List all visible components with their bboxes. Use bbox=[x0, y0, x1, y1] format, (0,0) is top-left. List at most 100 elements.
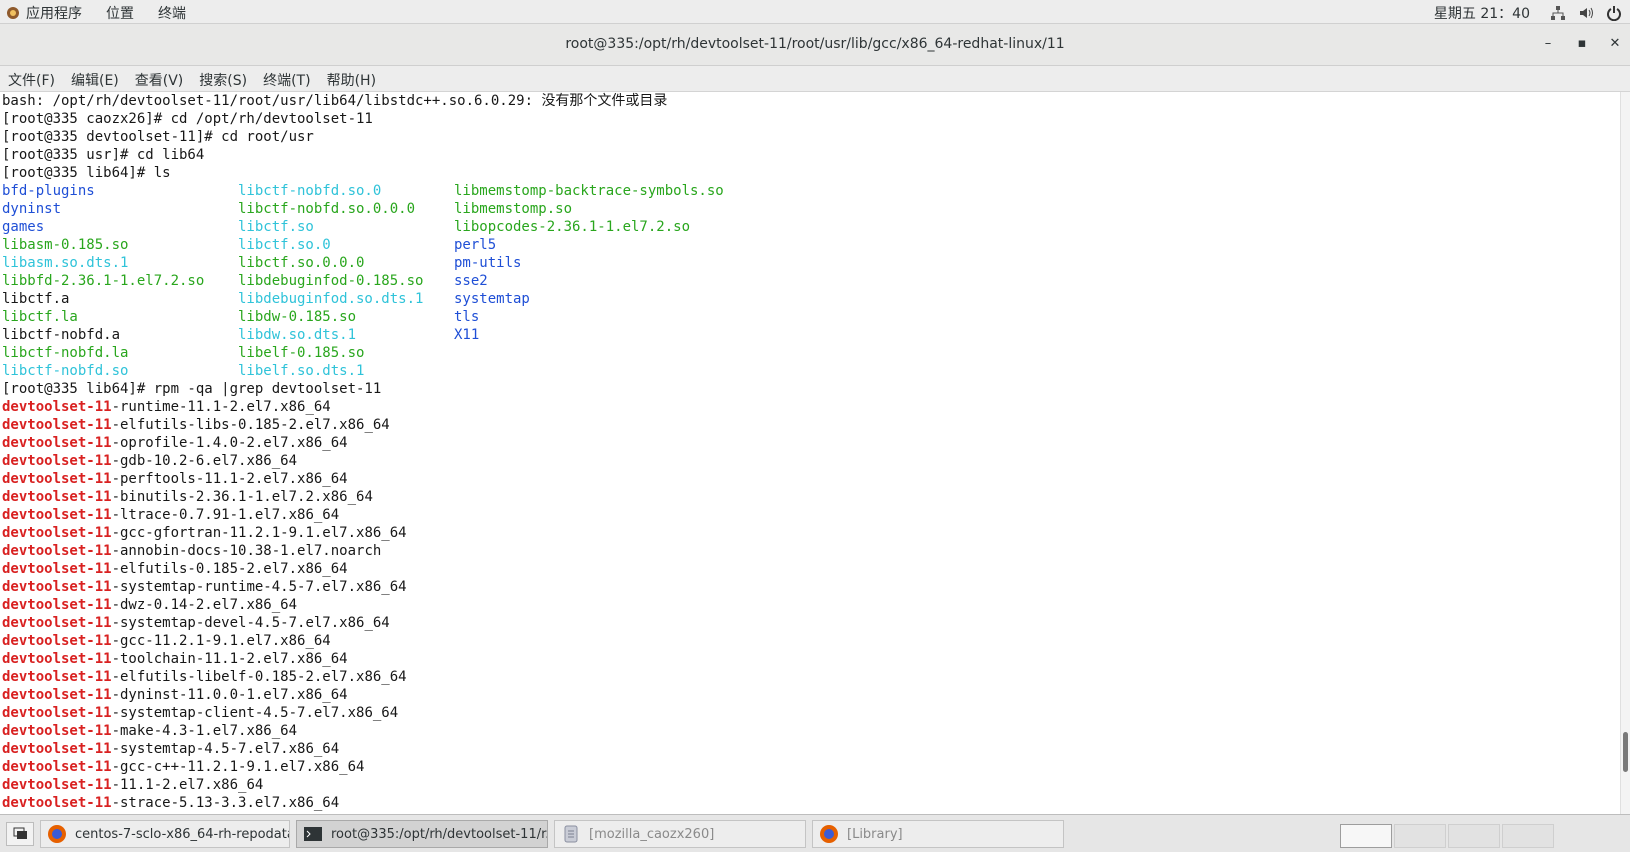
ls-entry: libctf-nobfd.so.0.0.0 bbox=[238, 201, 416, 217]
show-desktop-button[interactable] bbox=[6, 822, 34, 846]
scrollbar-thumb[interactable] bbox=[1623, 732, 1628, 772]
package-line: devtoolset-11-systemtap-devel-4.5-7.el7.… bbox=[0, 614, 1620, 632]
terminal-app-menu[interactable]: 终端 bbox=[158, 3, 186, 23]
terminal-menubar: 文件(F) 编辑(E) 查看(V) 搜索(S) 终端(T) 帮助(H) bbox=[0, 66, 1630, 92]
package-suffix: -gdb-10.2-6.el7.x86_64 bbox=[111, 453, 298, 469]
workspace-2[interactable] bbox=[1394, 824, 1446, 848]
task-label: [Library] bbox=[847, 826, 903, 842]
package-line: devtoolset-11-elfutils-libs-0.185-2.el7.… bbox=[0, 416, 1620, 434]
window-list-taskbar: centos-7-sclo-x86_64-rh-repodata... root… bbox=[0, 814, 1630, 852]
ls-entry: libctf-nobfd.a bbox=[2, 327, 121, 343]
menu-search[interactable]: 搜索(S) bbox=[199, 70, 247, 90]
ls-entry: libctf.a bbox=[2, 291, 70, 307]
ls-entry: libctf.la bbox=[2, 309, 78, 325]
package-suffix: -systemtap-devel-4.5-7.el7.x86_64 bbox=[111, 615, 390, 631]
grep-match: devtoolset-11 bbox=[2, 777, 112, 793]
grep-match: devtoolset-11 bbox=[2, 705, 112, 721]
minimize-button[interactable]: – bbox=[1538, 34, 1558, 54]
ls-entry: bfd-plugins bbox=[2, 183, 95, 199]
package-suffix: -annobin-docs-10.38-1.el7.noarch bbox=[111, 543, 382, 559]
grep-match: devtoolset-11 bbox=[2, 471, 112, 487]
package-line: devtoolset-11-systemtap-runtime-4.5-7.el… bbox=[0, 578, 1620, 596]
package-suffix: -systemtap-runtime-4.5-7.el7.x86_64 bbox=[111, 579, 407, 595]
package-line: devtoolset-11-binutils-2.36.1-1.el7.2.x8… bbox=[0, 488, 1620, 506]
package-line: devtoolset-11-dwz-0.14-2.el7.x86_64 bbox=[0, 596, 1620, 614]
task-label: root@335:/opt/rh/devtoolset-11/r... bbox=[331, 826, 548, 842]
volume-icon[interactable] bbox=[1578, 5, 1594, 21]
task-mozilla-folder[interactable]: [mozilla_caozx260] bbox=[554, 820, 806, 848]
workspace-1[interactable] bbox=[1340, 824, 1392, 848]
ls-entry: libctf-nobfd.la bbox=[2, 345, 129, 361]
package-suffix: -gcc-gfortran-11.2.1-9.1.el7.x86_64 bbox=[111, 525, 407, 541]
task-terminal[interactable]: root@335:/opt/rh/devtoolset-11/r... bbox=[296, 820, 548, 848]
ls-row: libctf-nobfd.a libdw.so.dts.1 X11 bbox=[0, 326, 1620, 344]
ls-entry: games bbox=[2, 219, 45, 235]
ls-row: libbfd-2.36.1-1.el7.2.so libdebuginfod-0.… bbox=[0, 272, 1620, 290]
ls-entry: tls bbox=[454, 309, 480, 325]
grep-match: devtoolset-11 bbox=[2, 453, 112, 469]
rpm-command-line: [root@335 lib64]# rpm -qa |grep devtools… bbox=[2, 381, 382, 397]
package-line: devtoolset-11-annobin-docs-10.38-1.el7.n… bbox=[0, 542, 1620, 560]
firefox-icon bbox=[820, 825, 838, 843]
ls-entry: libdebuginfod-0.185.so bbox=[238, 273, 424, 289]
grep-match: devtoolset-11 bbox=[2, 651, 112, 667]
rpm-output: devtoolset-11-runtime-11.1-2.el7.x86_64 d… bbox=[0, 398, 1620, 812]
grep-match: devtoolset-11 bbox=[2, 561, 112, 577]
menu-edit[interactable]: 编辑(E) bbox=[71, 70, 119, 90]
grep-match: devtoolset-11 bbox=[2, 723, 112, 739]
ls-entry: libbfd-2.36.1-1.el7.2.so bbox=[2, 273, 205, 289]
terminal-output[interactable]: bash: /opt/rh/devtoolset-11/root/usr/lib… bbox=[0, 92, 1620, 814]
package-suffix: -systemtap-client-4.5-7.el7.x86_64 bbox=[111, 705, 399, 721]
maximize-button[interactable]: ▪ bbox=[1572, 34, 1592, 54]
ls-entry: libelf.so.dts.1 bbox=[238, 363, 365, 379]
menu-terminal[interactable]: 终端(T) bbox=[263, 70, 310, 90]
terminal-scrollbar[interactable] bbox=[1620, 92, 1630, 814]
ls-entry: libdebuginfod.so.dts.1 bbox=[238, 291, 424, 307]
package-suffix: -make-4.3-1.el7.x86_64 bbox=[111, 723, 298, 739]
grep-match: devtoolset-11 bbox=[2, 543, 112, 559]
grep-match: devtoolset-11 bbox=[2, 597, 112, 613]
workspace-3[interactable] bbox=[1448, 824, 1500, 848]
places-menu[interactable]: 位置 bbox=[106, 3, 134, 23]
clock[interactable]: 星期五 21：40 bbox=[1434, 3, 1530, 23]
close-button[interactable]: ✕ bbox=[1605, 34, 1625, 54]
terminal-line: [root@335 lib64]# ls bbox=[2, 165, 171, 181]
ls-row: libctf.a libdebuginfod.so.dts.1 systemtap bbox=[0, 290, 1620, 308]
grep-match: devtoolset-11 bbox=[2, 759, 112, 775]
grep-match: devtoolset-11 bbox=[2, 525, 112, 541]
package-line: devtoolset-11-systemtap-4.5-7.el7.x86_64 bbox=[0, 740, 1620, 758]
task-label: centos-7-sclo-x86_64-rh-repodata... bbox=[75, 826, 290, 842]
menu-view[interactable]: 查看(V) bbox=[135, 70, 184, 90]
package-line: devtoolset-11-gcc-c++-11.2.1-9.1.el7.x86… bbox=[0, 758, 1620, 776]
document-icon bbox=[564, 825, 578, 843]
ls-entry: systemtap bbox=[454, 291, 530, 307]
terminal-line: [root@335 usr]# cd lib64 bbox=[2, 147, 205, 163]
ls-entry: libasm.so.dts.1 bbox=[2, 255, 129, 271]
applications-menu[interactable]: 应用程序 bbox=[26, 3, 82, 23]
grep-match: devtoolset-11 bbox=[2, 633, 112, 649]
window-title: root@335:/opt/rh/devtoolset-11/root/usr/… bbox=[565, 36, 1065, 52]
grep-match: devtoolset-11 bbox=[2, 489, 112, 505]
task-firefox-library[interactable]: [Library] bbox=[812, 820, 1064, 848]
package-line: devtoolset-11-strace-5.13-3.3.el7.x86_64 bbox=[0, 794, 1620, 812]
ls-entry: libctf-nobfd.so bbox=[2, 363, 129, 379]
package-suffix: -perftools-11.1-2.el7.x86_64 bbox=[111, 471, 348, 487]
menu-file[interactable]: 文件(F) bbox=[8, 70, 55, 90]
package-line: devtoolset-11-gdb-10.2-6.el7.x86_64 bbox=[0, 452, 1620, 470]
grep-match: devtoolset-11 bbox=[2, 417, 112, 433]
ls-entry: libopcodes-2.36.1-1.el7.2.so bbox=[454, 219, 691, 235]
menu-help[interactable]: 帮助(H) bbox=[327, 70, 376, 90]
ls-entry: libctf.so bbox=[238, 219, 314, 235]
task-firefox-repodata[interactable]: centos-7-sclo-x86_64-rh-repodata... bbox=[40, 820, 290, 848]
ls-entry: libctf.so.0.0.0 bbox=[238, 255, 365, 271]
window-titlebar[interactable]: root@335:/opt/rh/devtoolset-11/root/usr/… bbox=[0, 24, 1630, 66]
package-line: devtoolset-11-oprofile-1.4.0-2.el7.x86_6… bbox=[0, 434, 1620, 452]
network-icon[interactable] bbox=[1550, 5, 1566, 21]
package-line: devtoolset-11-dyninst-11.0.0-1.el7.x86_6… bbox=[0, 686, 1620, 704]
ls-entry: libctf-nobfd.so.0 bbox=[238, 183, 382, 199]
ls-row: libctf-nobfd.la libelf-0.185.so bbox=[0, 344, 1620, 362]
power-icon[interactable] bbox=[1606, 5, 1622, 21]
grep-match: devtoolset-11 bbox=[2, 615, 112, 631]
applications-icon bbox=[7, 7, 19, 19]
workspace-4[interactable] bbox=[1502, 824, 1554, 848]
